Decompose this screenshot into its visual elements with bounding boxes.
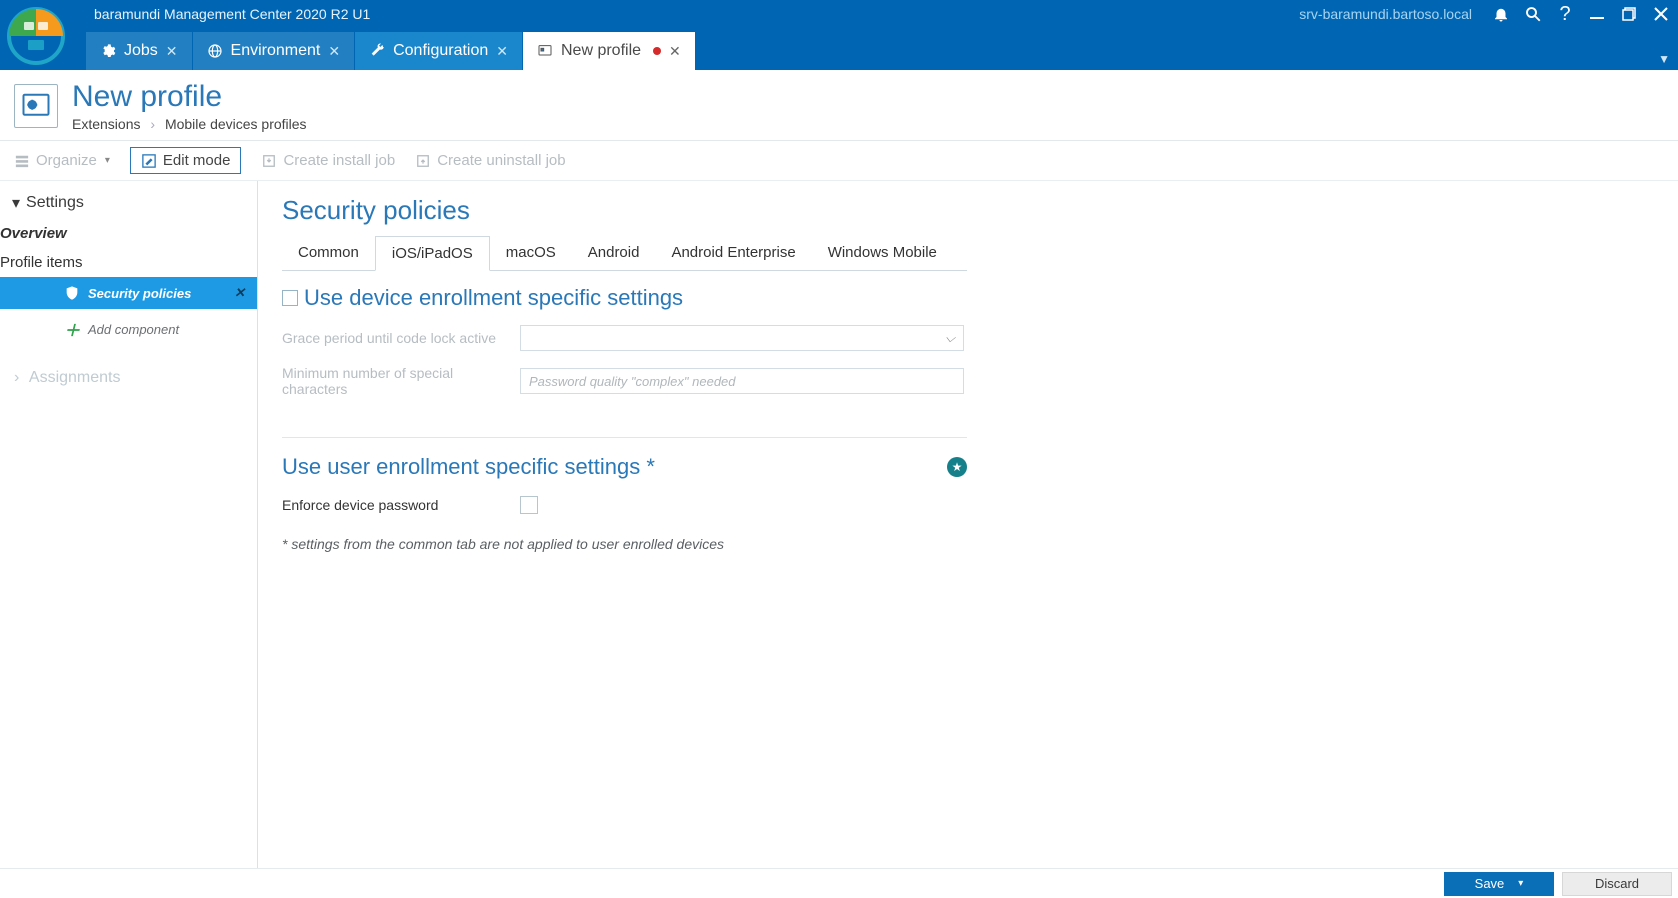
chevron-down-icon: ▾ <box>105 155 110 166</box>
section-device-enrollment: Use device enrollment specific settings <box>282 285 1654 311</box>
wrench-icon <box>369 43 385 59</box>
sidebar-label: Assignments <box>29 369 121 386</box>
footer: Save ▾ Discard <box>0 868 1678 898</box>
create-uninstall-job-button[interactable]: Create uninstall job <box>415 152 565 169</box>
subtab-common[interactable]: Common <box>282 236 375 270</box>
tab-label: Environment <box>231 42 321 60</box>
shield-icon <box>64 285 80 301</box>
tab-close-icon[interactable]: ✕ <box>328 43 340 60</box>
tab-environment[interactable]: Environment ✕ <box>193 32 356 70</box>
sidebar-item-overview[interactable]: Overview <box>0 219 257 248</box>
sidebar-label: Add component <box>88 322 179 337</box>
tab-strip: Jobs ✕ Environment ✕ Configuration ✕ New… <box>0 28 1678 70</box>
enforce-password-label: Enforce device password <box>282 497 520 513</box>
bell-icon[interactable] <box>1492 5 1510 23</box>
close-icon[interactable] <box>1652 7 1670 21</box>
toolbar-label: Create install job <box>283 152 395 169</box>
sidebar-label: Settings <box>26 194 84 212</box>
toolbar-label: Edit mode <box>163 152 231 169</box>
plus-icon: ＋ <box>64 317 80 341</box>
profile-icon <box>537 43 553 59</box>
host-label: srv-baramundi.bartoso.local <box>1299 6 1472 22</box>
minimize-icon[interactable] <box>1588 7 1606 21</box>
page-title: New profile <box>72 80 307 114</box>
section-divider <box>282 437 967 438</box>
profile-gear-icon <box>14 84 58 128</box>
footnote: * settings from the common tab are not a… <box>282 536 1654 552</box>
button-label: Save <box>1475 876 1505 891</box>
install-icon <box>261 153 277 169</box>
uninstall-icon <box>415 153 431 169</box>
subtab-strip: Common iOS/iPadOS macOS Android Android … <box>282 236 967 271</box>
subtab-ios[interactable]: iOS/iPadOS <box>375 236 490 271</box>
breadcrumb-item[interactable]: Mobile devices profiles <box>165 116 307 132</box>
tabstrip-overflow-icon[interactable]: ▼ <box>1658 52 1670 66</box>
tab-label: New profile <box>561 42 641 60</box>
breadcrumb: Extensions › Mobile devices profiles <box>72 116 307 132</box>
app-title: baramundi Management Center 2020 R2 U1 <box>94 6 370 22</box>
min-special-chars-label: Minimum number of special characters <box>282 365 520 397</box>
min-special-chars-input[interactable]: Password quality "complex" needed <box>520 368 964 394</box>
tab-close-icon[interactable]: ✕ <box>496 43 508 60</box>
enforce-password-checkbox[interactable] <box>520 496 538 514</box>
sidebar-label: Overview <box>0 225 67 242</box>
tab-configuration[interactable]: Configuration ✕ <box>355 32 523 70</box>
unsaved-indicator-icon <box>653 47 661 55</box>
edit-mode-button[interactable]: Edit mode <box>130 147 242 174</box>
chevron-down-icon: ▾ <box>1518 878 1523 889</box>
search-icon[interactable] <box>1524 5 1542 23</box>
sidebar-label: Security policies <box>88 286 191 301</box>
sidebar-section-settings[interactable]: ▾ Settings <box>0 187 257 219</box>
organize-button[interactable]: Organize ▾ <box>14 152 110 169</box>
title-bar: baramundi Management Center 2020 R2 U1 s… <box>0 0 1678 28</box>
sidebar-label: Profile items <box>0 254 83 271</box>
content-title: Security policies <box>282 195 1654 226</box>
grace-period-select[interactable] <box>520 325 964 351</box>
chevron-right-icon: › <box>150 116 155 132</box>
maximize-icon[interactable] <box>1620 7 1638 21</box>
help-icon[interactable]: ? <box>1556 3 1574 26</box>
subtab-android-enterprise[interactable]: Android Enterprise <box>655 236 811 270</box>
subtab-macos[interactable]: macOS <box>490 236 572 270</box>
app-logo-icon <box>6 6 66 66</box>
sidebar: ▾ Settings Overview Profile items Securi… <box>0 181 258 868</box>
toolbar-label: Organize <box>36 152 97 169</box>
sidebar-add-component[interactable]: ＋ Add component <box>0 309 257 349</box>
create-install-job-button[interactable]: Create install job <box>261 152 395 169</box>
tab-close-icon[interactable]: ✕ <box>669 43 681 60</box>
discard-button[interactable]: Discard <box>1562 872 1672 896</box>
chevron-right-icon: › <box>14 369 19 386</box>
breadcrumb-item[interactable]: Extensions <box>72 116 140 132</box>
tab-label: Jobs <box>124 42 158 60</box>
section-label: Use user enrollment specific settings * <box>282 454 655 480</box>
tab-jobs[interactable]: Jobs ✕ <box>86 32 193 70</box>
edit-icon <box>141 153 157 169</box>
globe-icon <box>207 43 223 59</box>
toolbar: Organize ▾ Edit mode Create install job … <box>0 141 1678 181</box>
gear-icon <box>100 43 116 59</box>
tab-new-profile[interactable]: New profile ✕ <box>523 32 696 70</box>
toolbar-label: Create uninstall job <box>437 152 565 169</box>
subtab-android[interactable]: Android <box>572 236 656 270</box>
section-label: Use device enrollment specific settings <box>304 285 683 311</box>
sidebar-section-assignments[interactable]: › Assignments <box>0 359 257 397</box>
tab-label: Configuration <box>393 42 488 60</box>
tab-close-icon[interactable]: ✕ <box>166 43 178 60</box>
grace-period-label: Grace period until code lock active <box>282 330 520 346</box>
sidebar-item-security-policies[interactable]: Security policies ✕ <box>0 277 257 309</box>
sidebar-item-profile-items[interactable]: Profile items <box>0 248 257 277</box>
save-button[interactable]: Save ▾ <box>1444 872 1554 896</box>
organize-icon <box>14 153 30 169</box>
star-badge-icon: ★ <box>947 457 967 477</box>
subtab-windows-mobile[interactable]: Windows Mobile <box>812 236 953 270</box>
chevron-down-icon: ▾ <box>12 193 20 213</box>
remove-icon[interactable]: ✕ <box>234 285 245 301</box>
device-enrollment-checkbox[interactable] <box>282 290 298 306</box>
content: Security policies Common iOS/iPadOS macO… <box>258 181 1678 868</box>
button-label: Discard <box>1595 876 1639 891</box>
page-header: New profile Extensions › Mobile devices … <box>0 70 1678 141</box>
